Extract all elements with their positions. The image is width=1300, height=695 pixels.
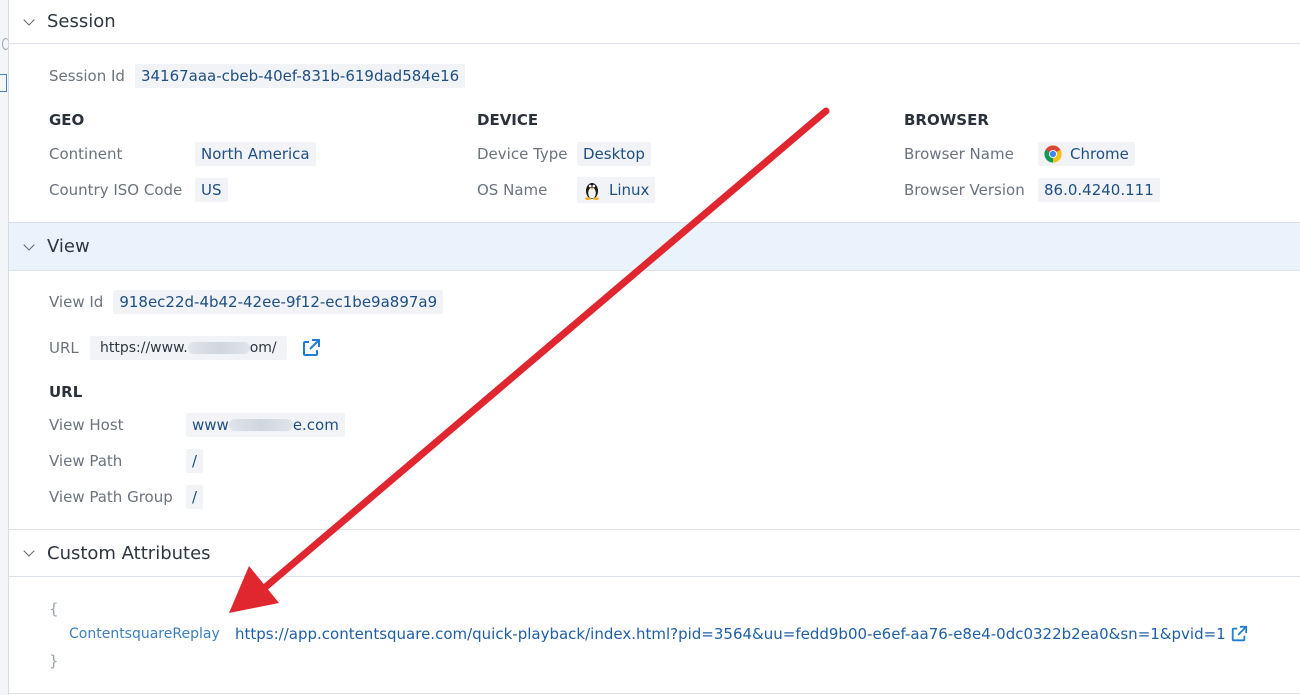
view-path-group-value[interactable]: / — [186, 485, 204, 509]
bottom-divider — [9, 693, 1300, 694]
host-suffix: e.com — [292, 416, 339, 434]
external-link-icon[interactable] — [301, 338, 321, 358]
view-section-header[interactable]: View — [9, 222, 1300, 271]
chrome-icon — [1044, 145, 1062, 163]
custom-attribute-row: ContentsquareReplay https://app.contents… — [69, 625, 1248, 643]
url-prefix: https://www. — [100, 340, 188, 356]
session-id-value[interactable]: 34167aaa-cbeb-40ef-831b-619dad584e16 — [134, 64, 466, 88]
view-path-value[interactable]: / — [186, 449, 204, 473]
browser-version-row: Browser Version 86.0.4240.111 — [904, 178, 1160, 202]
custom-attributes-header[interactable]: Custom Attributes — [9, 529, 1300, 577]
view-path-row: View Path / — [49, 449, 204, 473]
country-row: Country ISO Code US — [49, 178, 228, 202]
os-row: OS Name Linux — [477, 177, 656, 203]
contentsquare-replay-link[interactable]: https://app.contentsquare.com/quick-play… — [235, 625, 1226, 643]
session-id-row: Session Id 34167aaa-cbeb-40ef-831b-619da… — [49, 64, 466, 88]
device-heading: DEVICE — [477, 111, 539, 129]
session-id-label: Session Id — [49, 67, 125, 85]
browser-name-value[interactable]: Chrome — [1038, 142, 1135, 166]
custom-attribute-key: ContentsquareReplay — [69, 626, 220, 642]
browser-version-value[interactable]: 86.0.4240.111 — [1038, 178, 1160, 202]
continent-label: Continent — [49, 145, 123, 163]
view-path-label: View Path — [49, 452, 123, 470]
url-value[interactable]: https://www. om/ — [90, 336, 287, 360]
chevron-down-icon — [23, 16, 35, 28]
os-name-text: Linux — [609, 181, 650, 199]
browser-name-row: Browser Name Chrome — [904, 142, 1135, 166]
view-host-label: View Host — [49, 416, 124, 434]
json-open-brace: { — [49, 600, 59, 618]
os-label: OS Name — [477, 181, 548, 199]
url-group-heading: URL — [49, 383, 83, 401]
browser-version-label: Browser Version — [904, 181, 1025, 199]
redacted-text — [187, 342, 250, 354]
url-label: URL — [49, 339, 79, 357]
view-id-row: View Id 918ec22d-4b42-42ee-9f12-ec1be9a8… — [49, 290, 444, 314]
continent-value[interactable]: North America — [195, 142, 316, 166]
view-path-group-row: View Path Group / — [49, 485, 204, 509]
view-section-title: View — [47, 236, 90, 257]
browser-name-text: Chrome — [1070, 145, 1129, 163]
custom-attributes-title: Custom Attributes — [47, 542, 211, 564]
view-path-group-label: View Path Group — [49, 488, 173, 506]
host-prefix: www — [192, 416, 229, 434]
country-value[interactable]: US — [195, 178, 228, 202]
geo-heading: GEO — [49, 111, 85, 129]
json-close-brace: } — [49, 652, 59, 670]
os-value[interactable]: Linux — [577, 177, 656, 203]
url-suffix: om/ — [249, 340, 277, 356]
external-link-icon[interactable] — [1230, 625, 1248, 643]
device-type-row: Device Type Desktop — [477, 142, 651, 166]
redacted-text — [228, 419, 293, 431]
browser-name-label: Browser Name — [904, 145, 1014, 163]
browser-heading: BROWSER — [904, 111, 989, 129]
device-type-value[interactable]: Desktop — [577, 142, 651, 166]
continent-row: Continent North America — [49, 142, 316, 166]
session-section-title: Session — [47, 11, 116, 32]
view-id-value[interactable]: 918ec22d-4b42-42ee-9f12-ec1be9a897a9 — [113, 290, 444, 314]
view-host-row: View Host www e.com — [49, 413, 345, 437]
view-id-label: View Id — [49, 293, 104, 311]
country-label: Country ISO Code — [49, 181, 183, 199]
chevron-down-icon — [23, 241, 35, 253]
left-gutter — [0, 0, 9, 695]
device-type-label: Device Type — [477, 145, 568, 163]
gutter-tab[interactable] — [0, 74, 7, 92]
chevron-down-icon — [23, 547, 35, 559]
gutter-marker — [2, 38, 9, 50]
session-section-header[interactable]: Session — [9, 0, 1300, 44]
url-row: URL https://www. om/ — [49, 336, 321, 360]
linux-icon — [585, 183, 599, 200]
view-host-value[interactable]: www e.com — [186, 413, 345, 437]
